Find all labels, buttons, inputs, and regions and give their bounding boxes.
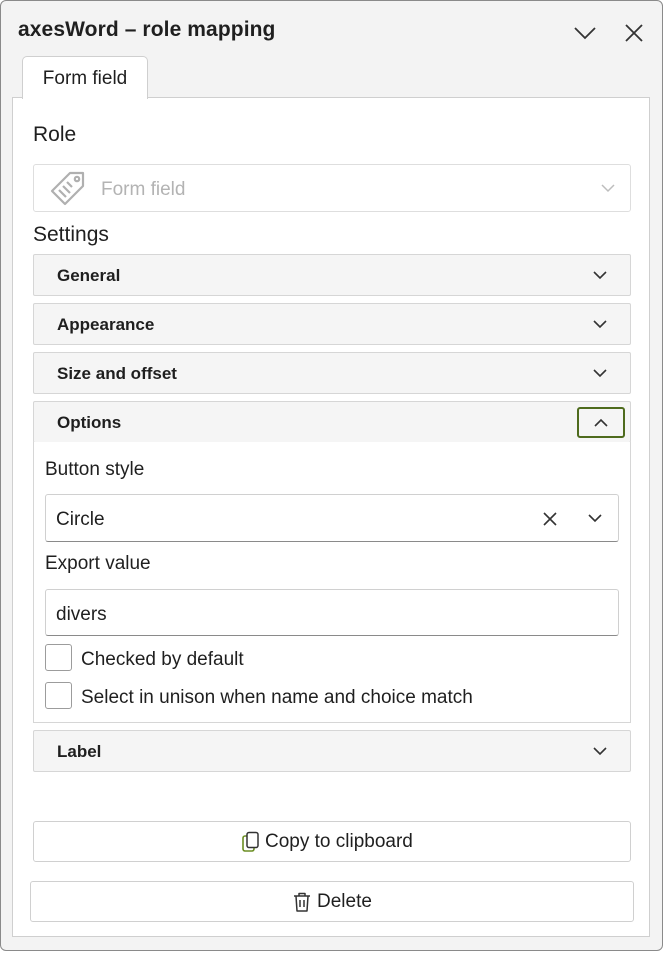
role-value: Form field	[101, 179, 186, 200]
accordion-appearance[interactable]: Appearance	[33, 303, 631, 345]
delete-label: Delete	[317, 891, 372, 912]
chevron-down-icon	[593, 369, 607, 378]
accordion-options[interactable]: Options	[33, 401, 631, 443]
close-button[interactable]	[620, 19, 648, 47]
delete-button[interactable]: Delete	[30, 881, 634, 922]
chevron-down-icon	[593, 271, 607, 280]
chevron-down-icon	[593, 747, 607, 756]
dialog-title: axesWord – role mapping	[18, 18, 276, 41]
collapse-toggle[interactable]	[577, 407, 625, 438]
tab-form-field[interactable]: Form field	[22, 56, 148, 99]
accordion-title: General	[57, 266, 121, 285]
unison-label: Select in unison when name and choice ma…	[81, 687, 473, 708]
checked-by-default-checkbox[interactable]	[45, 644, 72, 671]
clear-icon[interactable]	[541, 510, 559, 528]
button-style-value: Circle	[56, 509, 105, 530]
accordion-title: Label	[57, 742, 102, 761]
accordion-label[interactable]: Label	[33, 730, 631, 772]
collapse-button[interactable]	[571, 19, 599, 47]
button-style-select[interactable]: Circle	[45, 494, 619, 542]
role-select[interactable]: Form field	[33, 164, 631, 212]
accordion-general[interactable]: General	[33, 254, 631, 296]
unison-checkbox[interactable]	[45, 682, 72, 709]
form-field-icon	[50, 171, 85, 206]
chevron-down-icon	[574, 27, 596, 40]
copy-to-clipboard-button[interactable]: Copy to clipboard	[33, 821, 631, 862]
accordion-size-offset[interactable]: Size and offset	[33, 352, 631, 394]
export-value-input[interactable]: divers	[45, 589, 619, 636]
trash-icon	[294, 892, 310, 912]
role-heading: Role	[33, 123, 77, 146]
copy-label: Copy to clipboard	[265, 831, 413, 852]
settings-heading: Settings	[33, 223, 109, 246]
close-icon	[625, 24, 643, 42]
chevron-up-icon	[594, 418, 608, 427]
copy-icon	[242, 831, 259, 852]
accordion-title: Size and offset	[57, 364, 177, 383]
accordion-title: Options	[57, 413, 122, 432]
export-value-text: divers	[56, 604, 107, 625]
button-style-label: Button style	[45, 459, 145, 480]
chevron-down-icon	[601, 184, 615, 193]
title-bar: axesWord – role mapping	[1, 1, 662, 51]
accordion-title: Appearance	[57, 315, 155, 334]
chevron-down-icon	[593, 320, 607, 329]
export-value-label: Export value	[45, 553, 151, 574]
chevron-down-icon[interactable]	[587, 512, 603, 524]
checked-by-default-label: Checked by default	[81, 649, 244, 670]
options-panel	[33, 442, 631, 723]
